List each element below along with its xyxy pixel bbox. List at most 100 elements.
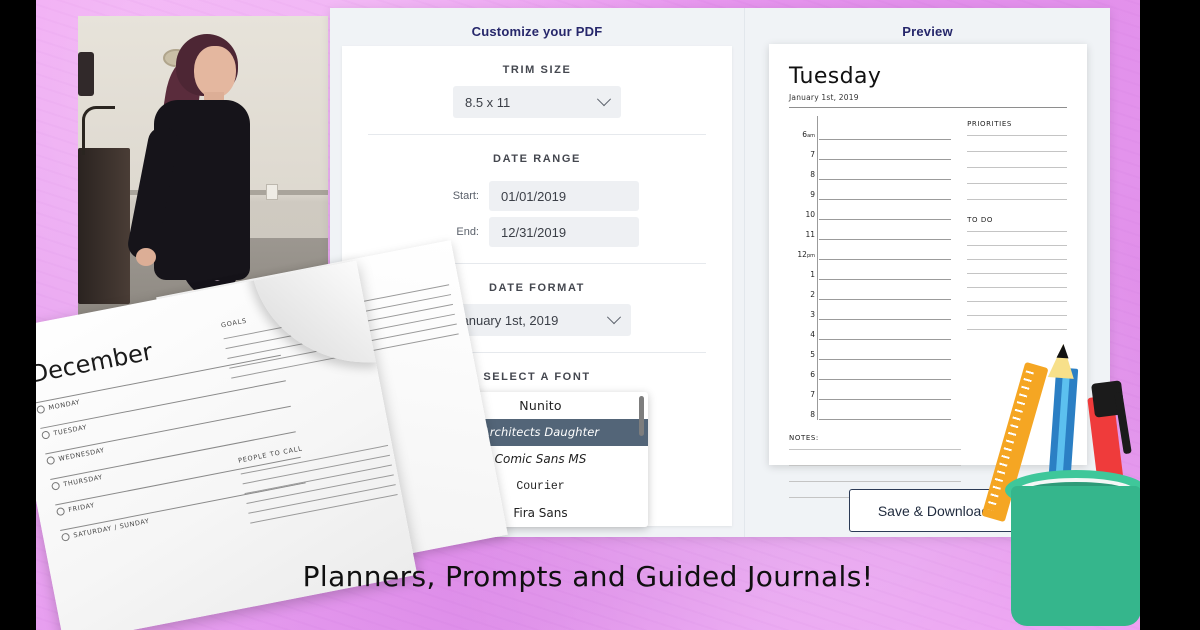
trim-size-section: TRIM SIZE 8.5 x 11 <box>342 46 732 118</box>
trim-size-label: TRIM SIZE <box>502 64 572 76</box>
preview-hour-line <box>819 360 952 380</box>
preview-panel-title: Preview <box>902 24 953 39</box>
preview-hour-line <box>819 140 952 160</box>
preview-hour-line <box>819 380 952 400</box>
preview-date: January 1st, 2019 <box>789 93 859 102</box>
preview-todo-line <box>967 287 1067 288</box>
preview-notes-line <box>789 449 961 450</box>
sheet-day-label: FRIDAY <box>67 501 96 514</box>
preview-hour-label: 8 <box>810 170 815 179</box>
preview-priority-line <box>967 167 1067 168</box>
preview-hour-row: 10 <box>789 200 952 220</box>
preview-hour-label: 10 <box>805 210 815 219</box>
preview-hour-row: 5 <box>789 340 952 360</box>
customize-panel-title: Customize your PDF <box>471 24 603 39</box>
date-format-select[interactable]: January 1st, 2019 <box>443 304 631 336</box>
preview-notes-label: NOTES: <box>789 434 819 442</box>
preview-hour-label: 12pm <box>797 250 815 259</box>
preview-hour-line <box>819 260 952 280</box>
start-date-label: Start: <box>452 190 479 202</box>
date-range-section: DATE RANGE Start: 01/01/2019 End: 12/31/… <box>342 135 732 247</box>
preview-hour-label: 9 <box>810 190 815 199</box>
pencil-tip-lead <box>1056 343 1070 359</box>
preview-hour-row: 4 <box>789 320 952 340</box>
preview-priority-line <box>967 183 1067 184</box>
preview-hour-row: 2 <box>789 280 952 300</box>
photo-mic-stand <box>78 52 94 96</box>
preview-hour-row: 1 <box>789 260 952 280</box>
preview-hour-line <box>819 120 952 140</box>
preview-hour-line <box>819 160 952 180</box>
checkbox-circle-icon <box>36 404 46 415</box>
preview-hour-label: 7 <box>810 390 815 399</box>
preview-hour-line <box>819 340 952 360</box>
trim-size-value: 8.5 x 11 <box>465 94 511 110</box>
preview-hour-column: 6am 7 8 9 10 11 12pm 1 2 3 4 5 6 7 8 <box>789 116 952 420</box>
preview-hour-label: 11 <box>805 230 815 239</box>
checkbox-circle-icon <box>55 506 66 517</box>
preview-todo-label: TO DO <box>967 216 994 224</box>
photo-person-face <box>194 46 236 98</box>
preview-todo-line <box>967 301 1067 302</box>
checkbox-circle-icon <box>41 430 51 440</box>
letterbox-left <box>0 0 36 630</box>
screenshot-stage: Customize your PDF TRIM SIZE 8.5 x 11 DA… <box>0 0 1200 630</box>
preview-priority-line <box>967 151 1067 152</box>
preview-hour-row: 12pm <box>789 240 952 260</box>
preview-hour-row: 7 <box>789 140 952 160</box>
preview-priority-line <box>967 199 1067 200</box>
end-date-input[interactable]: 12/31/2019 <box>489 217 639 247</box>
preview-hour-label: 7 <box>810 150 815 159</box>
preview-priorities-label: PRIORITIES <box>967 120 1012 128</box>
preview-todo-line <box>967 273 1067 274</box>
preview-hour-divider <box>817 116 818 420</box>
preview-hour-label: 2 <box>810 290 815 299</box>
preview-hour-row: 8 <box>789 400 952 420</box>
checkbox-circle-icon <box>50 481 61 491</box>
checkbox-circle-icon <box>46 455 56 466</box>
preview-notes-line <box>789 465 961 466</box>
preview-hour-line <box>819 300 952 320</box>
photo-person <box>125 34 264 316</box>
date-range-label: DATE RANGE <box>493 153 581 165</box>
start-date-input[interactable]: 01/01/2019 <box>489 181 639 211</box>
preview-todo-line <box>967 315 1067 316</box>
scrollbar-thumb[interactable] <box>639 396 644 436</box>
preview-hour-line <box>819 220 952 240</box>
font-list-scrollbar[interactable] <box>639 396 644 523</box>
preview-hour-row: 9 <box>789 180 952 200</box>
preview-hour-line <box>819 280 952 300</box>
date-format-value: January 1st, 2019 <box>455 312 559 328</box>
photo-outlet <box>266 184 278 200</box>
cup-body <box>1011 486 1141 626</box>
preview-hour-line <box>819 320 952 340</box>
preview-notes-line <box>789 481 961 482</box>
preview-hour-label: 6 <box>810 370 815 379</box>
preview-hour-label: 8 <box>810 410 815 419</box>
tagline-text: Planners, Prompts and Guided Journals! <box>302 560 874 593</box>
preview-todo-line <box>967 231 1067 232</box>
photo-podium <box>78 148 130 304</box>
preview-hour-row: 6am <box>789 120 952 140</box>
chevron-down-icon <box>596 92 612 107</box>
end-date-label: End: <box>456 226 479 238</box>
preview-hour-label: 1 <box>810 270 815 279</box>
chevron-down-icon <box>606 310 622 325</box>
preview-todo-line <box>967 259 1067 260</box>
preview-day-heading: Tuesday <box>789 64 882 89</box>
preview-hour-row: 3 <box>789 300 952 320</box>
preview-hour-label: 5 <box>810 350 815 359</box>
preview-hour-line <box>819 240 952 260</box>
start-date-row: Start: 01/01/2019 <box>368 181 706 211</box>
preview-hour-label: 6am <box>802 130 815 139</box>
end-date-row: End: 12/31/2019 <box>368 217 706 247</box>
preview-hour-row: 8 <box>789 160 952 180</box>
preview-hour-line <box>819 200 952 220</box>
trim-size-select[interactable]: 8.5 x 11 <box>453 86 621 118</box>
checkbox-circle-icon <box>60 532 71 542</box>
photo-person-hand <box>136 248 156 266</box>
preview-hour-row: 6 <box>789 360 952 380</box>
photo-mic-arm <box>82 106 115 155</box>
preview-todo-line <box>967 329 1067 330</box>
letterbox-right <box>1140 0 1200 630</box>
